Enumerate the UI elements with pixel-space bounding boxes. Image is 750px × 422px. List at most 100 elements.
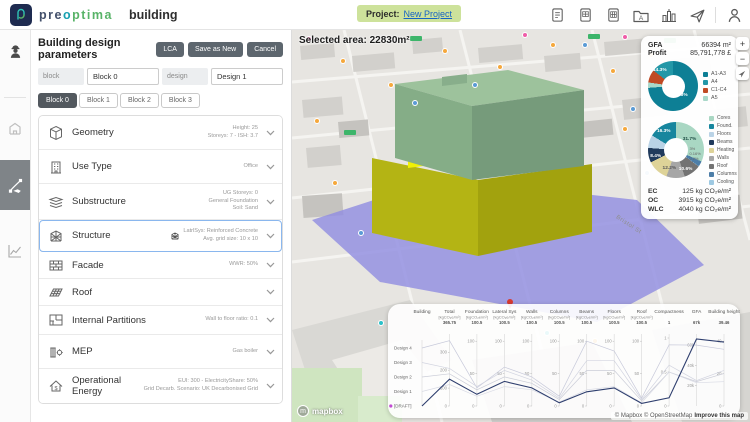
section-facade[interactable]: FacadeWWR: 50% [39, 252, 282, 279]
tab-block-3[interactable]: Block 3 [161, 93, 200, 108]
block-tabs: Block 0Block 1Block 2Block 3 [30, 87, 291, 112]
chevron-down-icon [266, 349, 275, 355]
city-render-icon[interactable] [659, 4, 679, 26]
compass-button[interactable] [736, 67, 749, 80]
donut-small-labels: 3%0.16%0.2% [689, 146, 700, 162]
poi-marker [388, 82, 394, 88]
file-export-icon-2[interactable] [575, 4, 595, 26]
legend-item: A5 [703, 95, 727, 101]
section-summary: Gas boiler [233, 348, 259, 356]
legend-item: A4 [703, 79, 727, 85]
design-name-input[interactable] [211, 68, 283, 85]
file-export-icon-1[interactable] [547, 4, 567, 26]
donut-percent-label: 8.4% [650, 154, 661, 159]
tab-block-2[interactable]: Block 2 [120, 93, 159, 108]
legend-swatch [703, 72, 708, 77]
sidebar-item-engineer[interactable] [0, 36, 30, 66]
svg-text:39.46: 39.46 [719, 320, 730, 325]
legend-item: Beams [709, 139, 737, 145]
gfa-value: 66394 m² [701, 42, 731, 49]
zoom-in-button[interactable]: + [736, 37, 749, 50]
section-roof[interactable]: Roof [39, 279, 282, 306]
preoptima-logo[interactable] [10, 4, 32, 26]
section-summary: Wall to floor ratio: 0.1 [205, 316, 258, 324]
svg-text:[kgCO₂e/m²]: [kgCO₂e/m²] [466, 315, 488, 320]
legend-swatch [709, 148, 714, 153]
project-pill: Project: New Project [357, 5, 461, 22]
sidebar-item-building[interactable] [0, 114, 30, 144]
legend-swatch [709, 172, 714, 177]
poi-marker [610, 68, 616, 74]
section-structure[interactable]: StructureLatrlSys: Reinforced Concrete A… [39, 220, 282, 252]
file-export-icon-3[interactable] [603, 4, 623, 26]
svg-text:1: 1 [664, 335, 667, 340]
sidebar-item-design-active[interactable] [0, 160, 30, 210]
map-zoom-controls: + − [736, 37, 749, 80]
poi-marker [582, 42, 588, 48]
chevron-down-icon [266, 199, 275, 205]
svg-text:[kgCO₂e/m²]: [kgCO₂e/m²] [438, 315, 460, 320]
save-as-new-button[interactable]: Save as New [188, 42, 243, 57]
svg-text:100.5: 100.5 [581, 320, 592, 325]
wlc-value: 4040 kg CO₂e/m² [678, 206, 731, 213]
donut-percent-label: 31.7% [683, 137, 697, 142]
compass-icon [738, 69, 747, 78]
svg-text:1: 1 [668, 320, 671, 325]
project-name-link[interactable]: New Project [404, 9, 453, 19]
svg-text:[kgCO₂e/m²]: [kgCO₂e/m²] [548, 315, 570, 320]
legend-swatch [709, 132, 714, 137]
sidebar-item-analytics[interactable] [0, 236, 30, 266]
chart-icon [7, 243, 23, 259]
cube-icon [46, 125, 66, 141]
selected-area-label: Selected area: 22830m² [299, 35, 410, 46]
section-use-type[interactable]: Use TypeOffice [39, 150, 282, 184]
oc-label: OC [648, 197, 658, 204]
poi-marker [550, 42, 556, 48]
block-name-input[interactable] [87, 68, 159, 85]
svg-text:Building: Building [413, 309, 430, 315]
section-substructure[interactable]: SubstructureUG Storeys: 0 General Founda… [39, 184, 282, 220]
poi-marker [332, 180, 338, 186]
tab-block-1[interactable]: Block 1 [79, 93, 118, 108]
lca-button[interactable]: LCA [156, 42, 184, 57]
legend-item: Cores [709, 115, 737, 121]
share-plane-icon[interactable] [687, 4, 707, 26]
poi-marker [622, 34, 628, 40]
svg-text:300: 300 [440, 350, 448, 355]
svg-text:50: 50 [552, 371, 557, 376]
assets-folder-icon[interactable]: A [631, 4, 651, 26]
section-operational-energy[interactable]: $Operational EnergyEUI: 300 - Electricit… [39, 369, 282, 403]
section-geometry[interactable]: GeometryHeight: 25 Storeys: 7 - ISH: 3.7 [39, 116, 282, 150]
ec-value: 125 kg CO₂e/m² [682, 188, 731, 195]
user-profile-icon[interactable] [724, 4, 744, 26]
poi-marker [630, 106, 636, 112]
vector-pen-icon [7, 177, 24, 194]
header-divider [715, 7, 716, 23]
svg-text:0: 0 [527, 403, 530, 408]
poi-marker [340, 58, 346, 64]
improve-map-link[interactable]: Improve this map [694, 413, 744, 419]
chevron-down-icon [266, 233, 275, 239]
svg-text:100: 100 [522, 339, 530, 344]
chevron-down-icon [266, 317, 275, 323]
section-title: Substructure [72, 196, 203, 207]
svg-text:0: 0 [554, 403, 557, 408]
section-internal-partitions[interactable]: Internal Partitions Wall to floor ratio: … [39, 306, 282, 335]
section-mep[interactable]: MEP Gas boiler [39, 335, 282, 369]
section-title: MEP [72, 346, 227, 357]
legend-item: Floors [709, 131, 737, 137]
top-bar: preoptima building Project: New Project … [0, 0, 750, 30]
results-stats-card: GFA66394 m² Profit85,791,778 £ 73.8%14.3… [641, 36, 738, 219]
zoom-out-button[interactable]: − [736, 52, 749, 65]
chevron-down-icon [266, 289, 275, 295]
map-canvas[interactable]: Selected area: 22830m² Bristol St GFA663… [292, 30, 750, 422]
donut-percent-label: 16.3% [657, 129, 671, 134]
section-title: Use Type [72, 161, 237, 172]
cancel-button[interactable]: Cancel [247, 42, 283, 57]
legend-item: Cooling [709, 179, 737, 185]
mapbox-logo[interactable]: m mapbox [297, 405, 343, 417]
section-title: Internal Partitions [72, 315, 199, 326]
left-icon-rail [0, 30, 31, 422]
tab-block-0[interactable]: Block 0 [38, 93, 77, 108]
draft-marker-dot [389, 404, 392, 407]
